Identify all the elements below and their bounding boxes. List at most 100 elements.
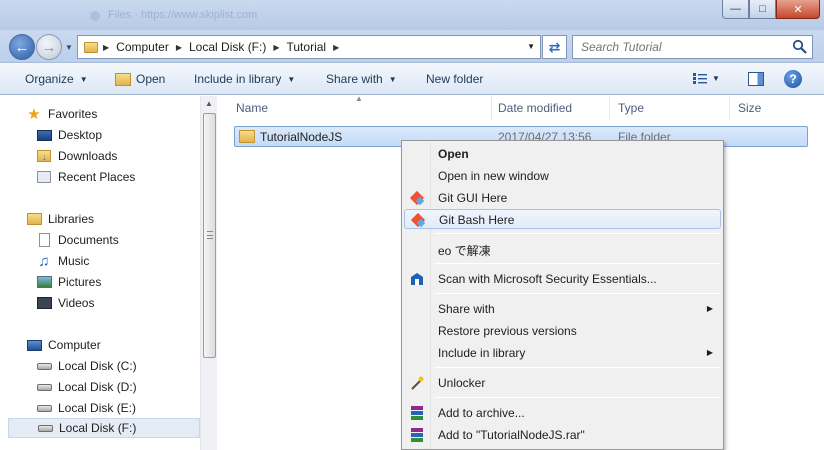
nav-music[interactable]: ♫ Music <box>0 251 200 271</box>
menu-item-scan[interactable]: Scan with Microsoft Security Essentials.… <box>404 269 721 289</box>
menu-item-open-new-window[interactable]: Open in new window <box>404 166 721 186</box>
open-label: Open <box>136 72 166 86</box>
chevron-down-icon: ▼ <box>79 74 88 84</box>
menu-item-eo-extract[interactable]: eo で解凍 <box>404 239 721 259</box>
nav-pictures[interactable]: Pictures <box>0 272 200 292</box>
submenu-arrow-icon: ▶ <box>706 348 713 357</box>
nav-documents-label: Documents <box>58 233 119 247</box>
chevron-right-icon[interactable]: ▶ <box>173 43 185 52</box>
menu-label: Add to "TutorialNodeJS.rar" <box>438 428 585 442</box>
nav-documents[interactable]: Documents <box>0 230 200 250</box>
menu-label: eo で解凍 <box>438 244 491 258</box>
organize-button[interactable]: Organize ▼ <box>25 72 88 86</box>
chevron-right-icon[interactable]: ▶ <box>100 43 112 52</box>
recent-pages-dropdown[interactable]: ▼ <box>65 43 73 52</box>
address-bar[interactable]: ▶ Computer ▶ Local Disk (F:) ▶ Tutorial … <box>77 35 541 59</box>
menu-item-include-library[interactable]: Include in library ▶ <box>404 343 721 363</box>
context-menu: Open Open in new window Git GUI Here Git… <box>401 140 724 450</box>
folder-icon <box>84 41 98 53</box>
nav-videos[interactable]: Videos <box>0 293 200 313</box>
nav-disk-e[interactable]: Local Disk (E:) <box>0 398 200 418</box>
nav-downloads[interactable]: ↓ Downloads <box>0 146 200 166</box>
preview-pane-icon[interactable] <box>748 72 764 86</box>
recent-places-icon <box>36 170 52 184</box>
column-type-label: Type <box>618 101 645 115</box>
column-type[interactable]: Type <box>610 96 730 120</box>
menu-separator <box>434 263 720 264</box>
share-with-button[interactable]: Share with ▼ <box>326 72 397 86</box>
chevron-down-icon: ▼ <box>388 74 397 84</box>
nav-computer[interactable]: Computer <box>0 335 200 355</box>
back-button[interactable]: ← <box>9 34 35 60</box>
hard-drive-icon <box>36 401 52 415</box>
navigation-pane: ★ Favorites Desktop ↓ Downloads Recent P… <box>0 96 217 450</box>
open-button[interactable]: Open <box>115 72 165 86</box>
menu-item-restore[interactable]: Restore previous versions <box>404 321 721 341</box>
nav-disk-c[interactable]: Local Disk (C:) <box>0 356 200 376</box>
column-date-modified[interactable]: Date modified <box>490 96 610 120</box>
chevron-right-icon[interactable]: ▶ <box>330 43 342 52</box>
organize-label: Organize <box>25 72 74 86</box>
menu-item-open[interactable]: Open <box>404 144 721 164</box>
search-icon[interactable] <box>792 39 808 55</box>
close-button[interactable]: ✕ <box>776 0 820 19</box>
nav-favorites-label: Favorites <box>48 107 98 121</box>
maximize-button[interactable]: □ <box>749 0 776 19</box>
forward-arrow-icon: → <box>41 38 57 56</box>
git-gui-icon <box>409 190 425 206</box>
scroll-up-icon[interactable]: ▲ <box>205 99 213 108</box>
libraries-icon <box>26 212 42 226</box>
grip-icon <box>207 231 213 239</box>
sort-ascending-icon: ▲ <box>355 94 363 103</box>
breadcrumb-local-disk-f[interactable]: Local Disk (F:) <box>185 36 270 58</box>
nav-disk-d-label: Local Disk (D:) <box>58 380 137 394</box>
forward-button[interactable]: → <box>36 34 62 60</box>
menu-label: Open in new window <box>438 169 549 183</box>
menu-label: Scan with Microsoft Security Essentials.… <box>438 272 657 286</box>
window-controls: — □ ✕ <box>722 0 820 19</box>
menu-item-git-bash[interactable]: Git Bash Here <box>404 209 721 229</box>
breadcrumb-computer[interactable]: Computer <box>112 36 173 58</box>
menu-label: Open <box>438 147 469 161</box>
search-box[interactable] <box>572 35 813 59</box>
nav-libraries[interactable]: Libraries <box>0 209 200 229</box>
chevron-down-icon: ▼ <box>287 74 296 84</box>
change-view-icon[interactable] <box>693 73 707 84</box>
nav-recent-places[interactable]: Recent Places <box>0 167 200 187</box>
column-size[interactable]: Size <box>730 96 810 120</box>
menu-item-share-with[interactable]: Share with ▶ <box>404 299 721 319</box>
nav-pictures-label: Pictures <box>58 275 102 289</box>
security-essentials-icon <box>411 273 423 285</box>
nav-disk-d[interactable]: Local Disk (D:) <box>0 377 200 397</box>
breadcrumb-tutorial[interactable]: Tutorial <box>283 36 331 58</box>
views-dropdown[interactable]: ▼ <box>712 74 720 83</box>
new-folder-button[interactable]: New folder <box>426 72 483 86</box>
menu-label: Git GUI Here <box>438 191 508 205</box>
menu-item-add-rar[interactable]: Add to "TutorialNodeJS.rar" <box>404 425 721 445</box>
address-history-dropdown[interactable]: ▼ <box>527 42 535 51</box>
desktop-icon <box>36 128 52 142</box>
menu-label: Unlocker <box>438 376 486 390</box>
include-in-library-button[interactable]: Include in library ▼ <box>194 72 295 86</box>
nav-scrollbar[interactable]: ▲ <box>200 96 217 450</box>
minimize-button[interactable]: — <box>722 0 749 19</box>
refresh-button[interactable]: ⇄ <box>542 35 567 59</box>
help-icon[interactable]: ? <box>784 70 802 88</box>
menu-item-add-archive[interactable]: Add to archive... <box>404 403 721 423</box>
file-name: TutorialNodeJS <box>260 130 343 144</box>
scrollbar-thumb[interactable] <box>203 113 216 358</box>
hard-drive-icon <box>36 380 52 394</box>
menu-item-unlocker[interactable]: Unlocker <box>404 373 721 393</box>
nav-recent-places-label: Recent Places <box>58 170 136 184</box>
search-input[interactable] <box>573 36 783 58</box>
back-arrow-icon: ← <box>14 38 30 56</box>
ghost-icon <box>90 11 100 21</box>
nav-desktop[interactable]: Desktop <box>0 125 200 145</box>
nav-music-label: Music <box>58 254 90 268</box>
hard-drive-icon <box>36 359 52 373</box>
nav-disk-f[interactable]: Local Disk (F:) <box>8 418 200 438</box>
chevron-right-icon[interactable]: ▶ <box>270 43 282 52</box>
menu-item-git-gui[interactable]: Git GUI Here <box>404 188 721 208</box>
nav-libraries-label: Libraries <box>48 212 95 226</box>
nav-favorites[interactable]: ★ Favorites <box>0 104 200 124</box>
